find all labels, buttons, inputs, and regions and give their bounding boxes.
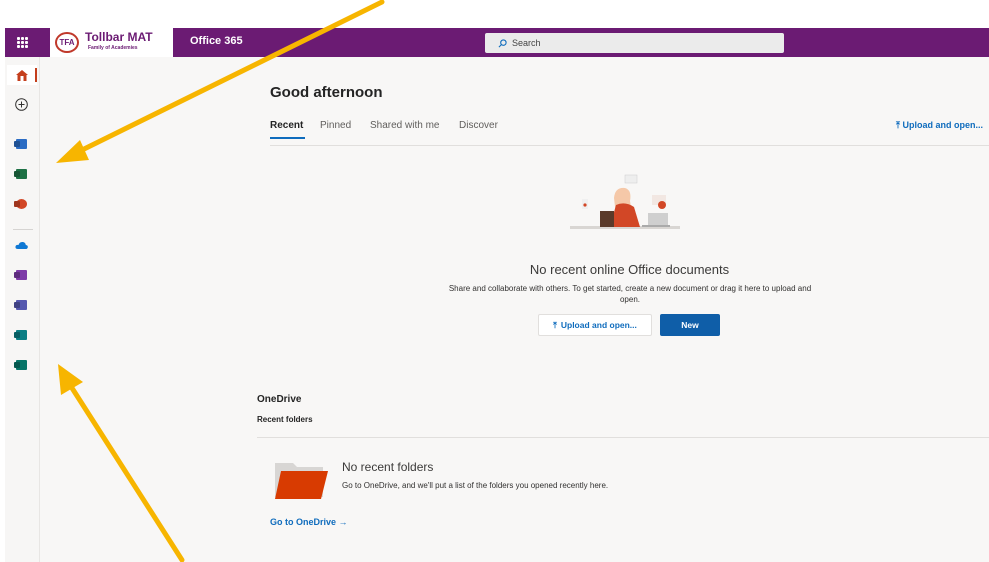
org-name: Tollbar MAT bbox=[85, 30, 153, 44]
rail-publisher-button[interactable] bbox=[10, 355, 32, 375]
no-folders-description: Go to OneDrive, and we'll put a list of … bbox=[342, 481, 609, 490]
upload-button-label: Upload and open... bbox=[560, 320, 637, 330]
onenote-icon bbox=[15, 270, 27, 280]
search-box[interactable] bbox=[485, 33, 784, 53]
waffle-icon bbox=[16, 37, 28, 48]
upload-and-open-label: Upload and open... bbox=[902, 120, 983, 130]
go-to-onedrive-label: Go to OneDrive bbox=[270, 517, 337, 527]
arrow-right-icon: → bbox=[336, 517, 348, 527]
go-to-onedrive-link[interactable]: Go to OneDrive → bbox=[270, 517, 348, 527]
new-document-button[interactable]: New bbox=[660, 314, 720, 336]
active-tab-underline bbox=[270, 137, 305, 139]
home-icon bbox=[16, 69, 28, 81]
recent-folders-heading: Recent folders bbox=[257, 415, 313, 424]
powerpoint-icon bbox=[15, 199, 27, 209]
empty-state-illustration bbox=[570, 174, 680, 229]
top-bar: TFA Tollbar MAT Family of Academies Offi… bbox=[5, 28, 989, 57]
rail-word-button[interactable] bbox=[10, 134, 32, 154]
org-logo-mark: TFA bbox=[55, 32, 79, 53]
onedrive-section-title: OneDrive bbox=[257, 394, 302, 405]
sway-icon bbox=[15, 330, 27, 340]
org-logo[interactable]: TFA Tollbar MAT Family of Academies bbox=[50, 28, 173, 57]
tab-recent[interactable]: Recent bbox=[270, 120, 303, 131]
no-folders-title: No recent folders bbox=[342, 460, 434, 474]
rail-create-button[interactable] bbox=[10, 94, 32, 114]
main-content: Good afternoon Recent Pinned Shared with… bbox=[40, 57, 989, 562]
rail-powerpoint-button[interactable] bbox=[10, 194, 32, 214]
rail-excel-button[interactable] bbox=[10, 164, 32, 184]
publisher-icon bbox=[15, 360, 27, 370]
word-icon bbox=[15, 139, 27, 149]
app-name-link[interactable]: Office 365 bbox=[190, 35, 243, 47]
teams-icon bbox=[15, 300, 27, 310]
empty-state-description: Share and collaborate with others. To ge… bbox=[448, 284, 812, 304]
tab-shared-with-me[interactable]: Shared with me bbox=[370, 120, 439, 131]
rail-home-button[interactable] bbox=[7, 65, 37, 85]
onedrive-icon bbox=[14, 241, 28, 249]
search-input[interactable] bbox=[512, 33, 772, 53]
add-circle-icon bbox=[14, 97, 28, 111]
app-rail bbox=[5, 57, 40, 562]
rail-sway-button[interactable] bbox=[10, 325, 32, 345]
empty-state-title: No recent online Office documents bbox=[529, 262, 730, 277]
excel-icon bbox=[15, 169, 27, 179]
upload-and-open-button[interactable]: ⤒ Upload and open... bbox=[538, 314, 652, 336]
upload-and-open-link[interactable]: ⤒ Upload and open... bbox=[896, 120, 983, 131]
app-launcher-button[interactable] bbox=[5, 28, 39, 57]
upload-icon: ⤒ bbox=[553, 319, 557, 330]
search-icon bbox=[498, 39, 507, 48]
rail-onenote-button[interactable] bbox=[10, 265, 32, 285]
rail-divider bbox=[13, 229, 33, 230]
onedrive-divider bbox=[257, 437, 989, 438]
rail-onedrive-button[interactable] bbox=[10, 235, 32, 255]
org-tagline: Family of Academies bbox=[88, 45, 138, 51]
rail-teams-button[interactable] bbox=[10, 295, 32, 315]
tab-pinned[interactable]: Pinned bbox=[320, 120, 351, 131]
folder-illustration bbox=[275, 463, 328, 499]
tab-discover[interactable]: Discover bbox=[459, 120, 498, 131]
active-indicator bbox=[35, 68, 37, 82]
tabs-divider bbox=[270, 145, 989, 146]
page-title: Good afternoon bbox=[270, 84, 383, 101]
